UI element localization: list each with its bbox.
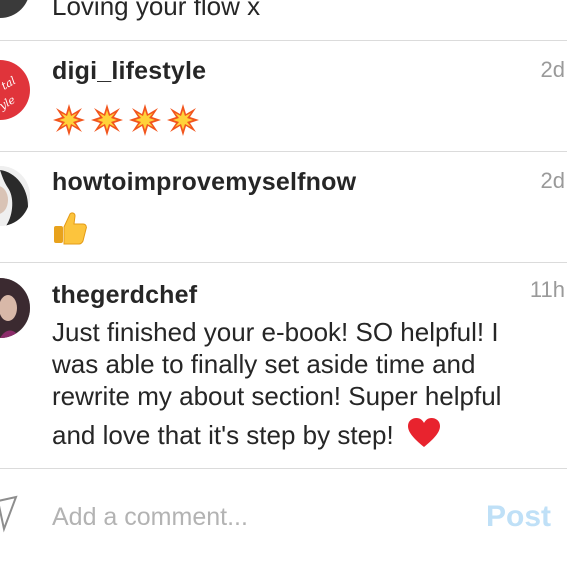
comment-item: howtoimprovemyselfnow 2d [0, 152, 567, 262]
comment-text-line: and love that it's step by step! [52, 417, 441, 451]
comment-item: Loving your flow x [0, 0, 567, 40]
avatar[interactable]: tal yle [0, 60, 30, 120]
collision-icon [167, 104, 199, 136]
comment-item: thegerdchef 11h Just finished your e-boo… [0, 263, 567, 468]
comment-item: tal yle digi_lifestyle 2d [0, 41, 567, 151]
add-comment-input[interactable]: Add a comment... [52, 503, 248, 532]
svg-text:tal: tal [0, 74, 18, 93]
thumbs-up-icon [54, 212, 87, 245]
collision-icon [129, 104, 161, 136]
avatar[interactable] [0, 278, 30, 338]
send-icon[interactable] [0, 495, 20, 535]
collision-icon [91, 104, 123, 136]
comment-timestamp: 2d [540, 57, 565, 82]
avatar-photo-icon [0, 166, 30, 226]
avatar-photo-icon [0, 278, 30, 338]
comment-emoji-row [52, 103, 200, 137]
comment-text-line: rewrite my about section! Super helpful [52, 381, 502, 411]
collision-icon [53, 104, 85, 136]
post-button[interactable]: Post [486, 500, 551, 534]
comment-username[interactable]: howtoimprovemyselfnow [52, 168, 356, 197]
svg-text:yle: yle [0, 93, 18, 113]
avatar-logo-icon: tal yle [0, 74, 18, 113]
comment-username[interactable]: digi_lifestyle [52, 57, 206, 86]
avatar[interactable] [0, 166, 30, 226]
comment-emoji-row [52, 210, 88, 246]
comment-text-segment: and love that it's step by step! [52, 420, 394, 450]
comment-text-line: Just finished your e-book! SO helpful! I [52, 317, 499, 347]
avatar[interactable] [0, 0, 30, 18]
comment-username[interactable]: thegerdchef [52, 281, 197, 310]
heart-icon [407, 418, 440, 447]
comment-text-line: was able to finally set aside time and [52, 349, 476, 379]
comment-timestamp: 11h [529, 277, 565, 302]
comment-timestamp: 2d [540, 168, 565, 193]
comment-text: Loving your flow x [52, 0, 261, 21]
comments-screen: Loving your flow x tal yle digi_lifestyl… [0, 0, 567, 567]
